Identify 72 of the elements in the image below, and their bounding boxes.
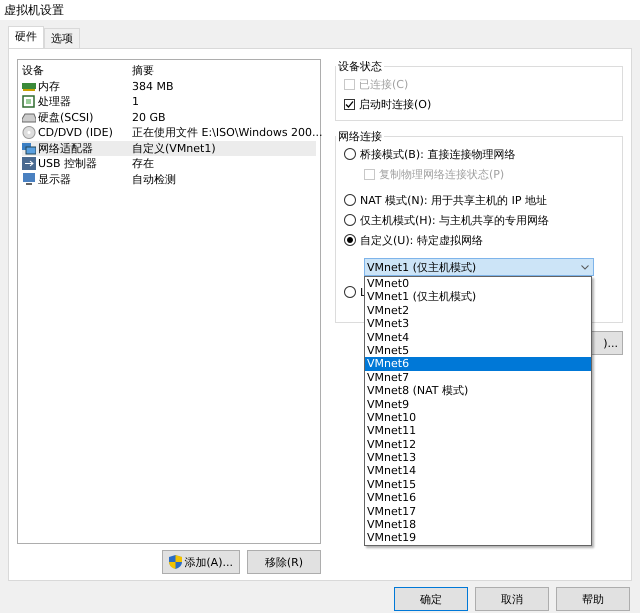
- tab[interactable]: 硬件: [8, 26, 44, 48]
- device-name: USB 控制器: [38, 156, 98, 172]
- dropdown-option[interactable]: VMnet5: [365, 344, 591, 358]
- dropdown-option[interactable]: VMnet10: [365, 410, 591, 424]
- radio-button[interactable]: [344, 214, 356, 226]
- device-row[interactable]: 网络适配器 自定义(VMnet1): [22, 140, 316, 156]
- dialog-button[interactable]: 确定: [394, 587, 468, 611]
- group-title: 设备状态: [337, 59, 383, 74]
- device-summary: 384 MB: [132, 80, 175, 93]
- option-label: 桥接模式(B): 直接连接物理网络: [360, 146, 516, 162]
- dropdown-option[interactable]: VMnet7: [365, 370, 591, 384]
- device-row[interactable]: 硬盘(SCSI) 20 GB: [22, 110, 316, 125]
- device-name: 处理器: [38, 94, 71, 110]
- dropdown-option[interactable]: VMnet3: [365, 317, 591, 331]
- dropdown-option[interactable]: VMnet19: [365, 531, 591, 545]
- dropdown-option[interactable]: VMnet13: [365, 451, 591, 464]
- window-title: 虚拟机设置: [4, 2, 64, 18]
- device-name: 网络适配器: [38, 140, 93, 156]
- dropdown-option[interactable]: VMnet8 (NAT 模式): [365, 384, 591, 398]
- radio-button[interactable]: [344, 286, 356, 298]
- dropdown-option[interactable]: VMnet17: [365, 504, 591, 518]
- network-adapter-icon: [22, 142, 36, 155]
- dropdown-option[interactable]: VMnet2: [365, 304, 591, 318]
- device-name: 硬盘(SCSI): [38, 110, 94, 125]
- device-summary: 20 GB: [132, 110, 167, 124]
- device-row[interactable]: USB 控制器 存在: [22, 156, 316, 172]
- device-name: CD/DVD (IDE): [38, 126, 113, 140]
- dropdown-option[interactable]: VMnet15: [365, 478, 591, 492]
- device-name: 显示器: [38, 172, 71, 187]
- option-label: 自定义(U): 特定虚拟网络: [360, 232, 483, 248]
- dropdown-option[interactable]: VMnet18: [365, 518, 591, 532]
- chevron-icon: [581, 264, 589, 270]
- dialog-button[interactable]: 取消: [475, 587, 549, 611]
- device-row[interactable]: 内存 384 MB: [22, 78, 316, 94]
- option-label: NAT 模式(N): 用于共享主机的 IP 地址: [360, 192, 547, 208]
- device-summary: 存在: [132, 156, 155, 172]
- device-name: 内存: [38, 78, 60, 94]
- usb-icon: [22, 157, 36, 170]
- option-label: 仅主机模式(H): 与主机共享的专用网络: [360, 212, 550, 228]
- disc-icon: [22, 126, 36, 140]
- column-header: 摘要: [132, 63, 155, 78]
- dropdown-option[interactable]: VMnet4: [365, 330, 591, 344]
- dropdown-option[interactable]: VMnet9: [365, 398, 591, 411]
- column-header: 设备: [22, 63, 45, 78]
- dropdown-option[interactable]: VMnet0: [365, 277, 591, 290]
- dropdown-option[interactable]: VMnet6: [365, 357, 591, 371]
- dropdown-option[interactable]: VMnet12: [365, 438, 591, 452]
- radio-button[interactable]: [344, 234, 356, 246]
- monitor-icon: [22, 172, 36, 186]
- dropdown-option[interactable]: VMnet16: [365, 491, 591, 505]
- device-row[interactable]: 处理器 1: [22, 94, 316, 110]
- device-summary: 自定义(VMnet1): [132, 140, 217, 156]
- dialog-button[interactable]: 帮助: [556, 587, 630, 611]
- device-row[interactable]: 显示器 自动检测: [22, 172, 316, 187]
- option-label: 启动时连接(O): [359, 96, 432, 112]
- option-label: 复制物理网络连接状态(P): [379, 166, 504, 182]
- device-summary: 自动检测: [132, 172, 177, 187]
- dropdown-option[interactable]: VMnet1 (仅主机模式): [365, 290, 591, 304]
- dropdown-option[interactable]: VMnet11: [365, 424, 591, 438]
- processor-icon: [22, 95, 36, 108]
- radio-button[interactable]: [344, 148, 356, 160]
- device-summary: 1: [132, 95, 140, 108]
- radio-button[interactable]: [344, 194, 356, 206]
- device-button[interactable]: 移除(R): [247, 550, 321, 574]
- device-button[interactable]: 添加(A)...: [162, 550, 240, 574]
- option-label: 已连接(C): [359, 76, 408, 92]
- device-summary: 正在使用文件 E:\ISO\Windows 200...: [132, 125, 323, 140]
- network-dropdown[interactable]: VMnet1 (仅主机模式): [364, 258, 594, 276]
- checkbox[interactable]: [344, 98, 355, 110]
- tab[interactable]: 选项: [44, 28, 80, 48]
- dropdown-option[interactable]: VMnet14: [365, 464, 591, 478]
- group-title: 网络连接: [337, 129, 383, 144]
